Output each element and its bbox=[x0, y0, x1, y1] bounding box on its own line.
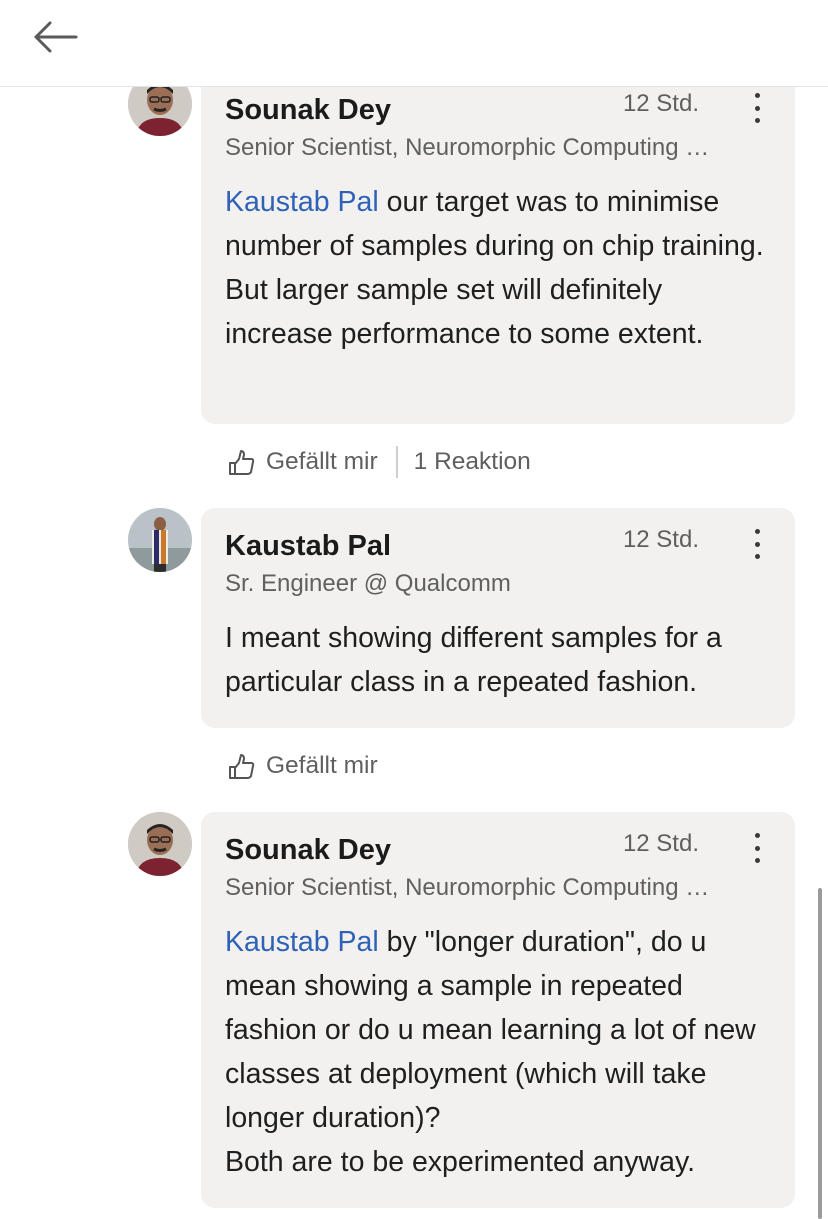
comment-text: Kaustab Pal by "longer duration", do u m… bbox=[225, 920, 775, 1184]
comment-actions: Gefällt mir 1 Reaktion bbox=[226, 442, 531, 482]
thumbs-up-icon bbox=[229, 450, 255, 475]
mention-link[interactable]: Kaustab Pal bbox=[225, 926, 379, 958]
timestamp: 12 Std. bbox=[622, 526, 699, 553]
top-navigation-bar bbox=[0, 0, 828, 87]
avatar[interactable] bbox=[128, 508, 192, 572]
author-headline: Senior Scientist, Neuromorphic Computing… bbox=[225, 874, 710, 901]
author-headline: Senior Scientist, Neuromorphic Computing… bbox=[225, 134, 710, 161]
comment-body-text: Both are to be experimented anyway. bbox=[225, 1146, 695, 1178]
like-label: Gefällt mir bbox=[266, 752, 378, 779]
comment-bubble: Kaustab Pal 12 Std. Sr. Engineer @ Qualc… bbox=[201, 508, 795, 728]
more-options-icon[interactable] bbox=[745, 529, 769, 559]
more-options-icon[interactable] bbox=[745, 833, 769, 863]
like-button[interactable]: Gefällt mir bbox=[226, 751, 378, 781]
more-options-icon[interactable] bbox=[745, 93, 769, 123]
arrow-left-icon bbox=[34, 21, 78, 53]
thumbs-up-icon bbox=[229, 754, 255, 779]
timestamp: 12 Std. bbox=[622, 90, 699, 117]
avatar[interactable] bbox=[128, 812, 192, 876]
like-button[interactable]: Gefällt mir bbox=[226, 447, 378, 477]
comment-actions: Gefällt mir bbox=[226, 746, 378, 786]
action-divider bbox=[395, 446, 398, 478]
author-name[interactable]: Sounak Dey bbox=[225, 94, 391, 127]
author-name[interactable]: Sounak Dey bbox=[225, 834, 391, 867]
comment-bubble: Sounak Dey 12 Std. Senior Scientist, Neu… bbox=[201, 812, 795, 1208]
comment-text: I meant showing different samples for a … bbox=[225, 622, 722, 698]
author-name[interactable]: Kaustab Pal bbox=[225, 530, 391, 563]
comment-bubble: Sounak Dey 12 Std. Senior Scientist, Neu… bbox=[201, 60, 795, 424]
mention-link[interactable]: Kaustab Pal bbox=[225, 186, 379, 218]
author-headline: Sr. Engineer @ Qualcomm bbox=[225, 570, 511, 597]
scrollbar[interactable] bbox=[818, 888, 822, 1219]
comment-text: Kaustab Pal our target was to minimise n… bbox=[225, 180, 775, 356]
reaction-count[interactable]: 1 Reaktion bbox=[414, 448, 531, 476]
like-label: Gefällt mir bbox=[266, 448, 378, 475]
timestamp: 12 Std. bbox=[622, 830, 699, 857]
comment-feed: Sounak Dey 12 Std. Senior Scientist, Neu… bbox=[0, 0, 828, 1219]
back-button[interactable] bbox=[30, 16, 80, 58]
